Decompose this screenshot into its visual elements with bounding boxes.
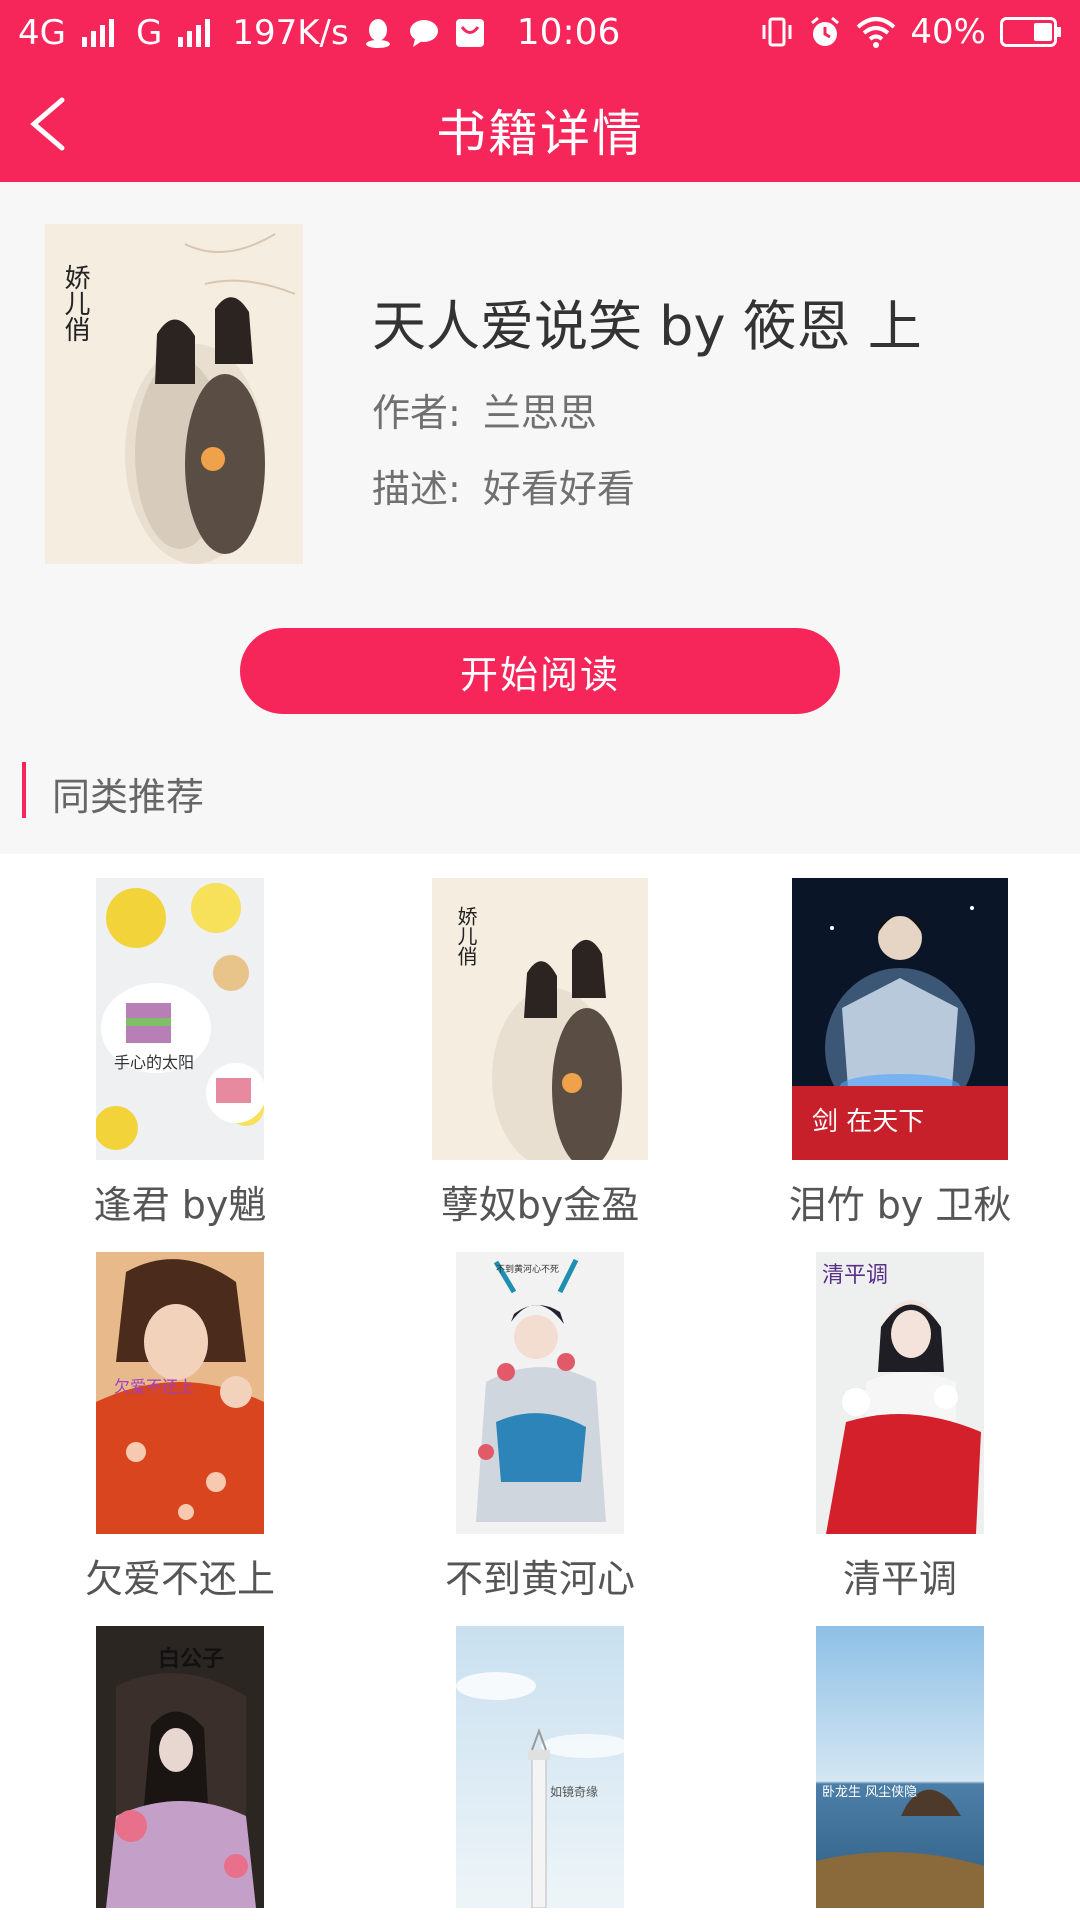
recommend-cover-title: 手心的太阳 <box>114 1053 194 1072</box>
recommend-cover-title: 不到黄河心不死 <box>496 1263 559 1275</box>
book-desc-row: 描述: 好看好看 <box>372 458 635 513</box>
recommend-cover-title: 欠爱不还上 <box>114 1377 194 1396</box>
status-bar: 4G G 197K/s 10:06 40% <box>0 0 1080 66</box>
recommend-cover[interactable]: 清平调 <box>816 1252 984 1534</box>
recommend-cover[interactable]: 卧龙生 风尘侠隐 <box>816 1626 984 1908</box>
network-label-2: G <box>135 12 163 53</box>
desc-text: 好看好看 <box>482 467 635 511</box>
wifi-icon <box>857 17 896 48</box>
desc-label: 描述: <box>372 467 461 511</box>
recommend-title[interactable]: 清平调 <box>720 1548 1080 1603</box>
clock-time: 10:06 <box>516 12 621 53</box>
recommend-cover-title: 白公子 <box>158 1646 224 1672</box>
page-title: 书籍详情 <box>436 105 644 163</box>
qq-icon <box>365 18 390 48</box>
recommend-cover[interactable]: 如镜奇缘 <box>456 1626 624 1908</box>
author-name: 兰思思 <box>482 391 597 435</box>
app-bar: 书籍详情 <box>0 66 1080 182</box>
book-detail-panel: 娇儿俏 天人爱说笑 by 筱恩 上 作者: 兰思思 描述: 好看好看 开始阅读 … <box>0 182 1080 854</box>
recommend-title[interactable]: 欠爱不还上 <box>0 1548 360 1603</box>
chat-bubble-icon <box>409 19 438 47</box>
signal-icon <box>81 18 114 47</box>
recommend-title[interactable]: 逢君 by魈 <box>0 1174 360 1229</box>
network-speed: 197K/s <box>232 12 349 53</box>
recommend-grid: 手心的太阳 逢君 by魈 娇儿俏 孽奴by金盈 剑 在天下 泪竹 by 卫秋 欠… <box>0 854 1080 1920</box>
alarm-icon <box>811 16 840 46</box>
book-title: 天人爱说笑 by 筱恩 上 <box>372 295 922 358</box>
recommend-cover[interactable]: 不到黄河心不死 <box>456 1252 624 1534</box>
book-cover-title: 娇儿俏 <box>60 264 90 342</box>
recommend-title[interactable]: 孽奴by金盈 <box>360 1174 720 1229</box>
section-accent-bar <box>22 762 26 818</box>
recommend-cover[interactable]: 欠爱不还上 <box>96 1252 264 1534</box>
network-label: 4G <box>18 12 66 53</box>
recommend-cover-title: 卧龙生 风尘侠隐 <box>822 1785 917 1800</box>
section-title: 同类推荐 <box>52 775 205 819</box>
mail-icon <box>455 18 484 47</box>
start-reading-button[interactable]: 开始阅读 <box>240 628 840 714</box>
recommend-cover-title: 娇儿俏 <box>454 906 478 966</box>
recommend-title[interactable]: 不到黄河心 <box>360 1548 720 1603</box>
recommend-cover[interactable]: 手心的太阳 <box>96 878 264 1160</box>
recommend-cover-title: 剑 在天下 <box>812 1107 924 1137</box>
recommend-cover[interactable]: 剑 在天下 <box>792 878 1008 1160</box>
battery-icon <box>1000 17 1061 47</box>
vibrate-icon <box>762 17 792 47</box>
signal-icon-2 <box>178 18 211 47</box>
recommend-title[interactable]: 泪竹 by 卫秋 <box>720 1174 1080 1229</box>
battery-percent: 40% <box>910 12 986 52</box>
recommend-cover[interactable]: 娇儿俏 <box>432 878 648 1160</box>
recommend-cover-title: 清平调 <box>822 1263 888 1288</box>
author-label: 作者: <box>372 391 461 435</box>
recommend-cover-title: 如镜奇缘 <box>550 1784 598 1799</box>
book-cover[interactable]: 娇儿俏 <box>45 224 303 564</box>
book-author-row: 作者: 兰思思 <box>372 382 597 437</box>
recommend-cover[interactable]: 白公子 <box>96 1626 264 1908</box>
